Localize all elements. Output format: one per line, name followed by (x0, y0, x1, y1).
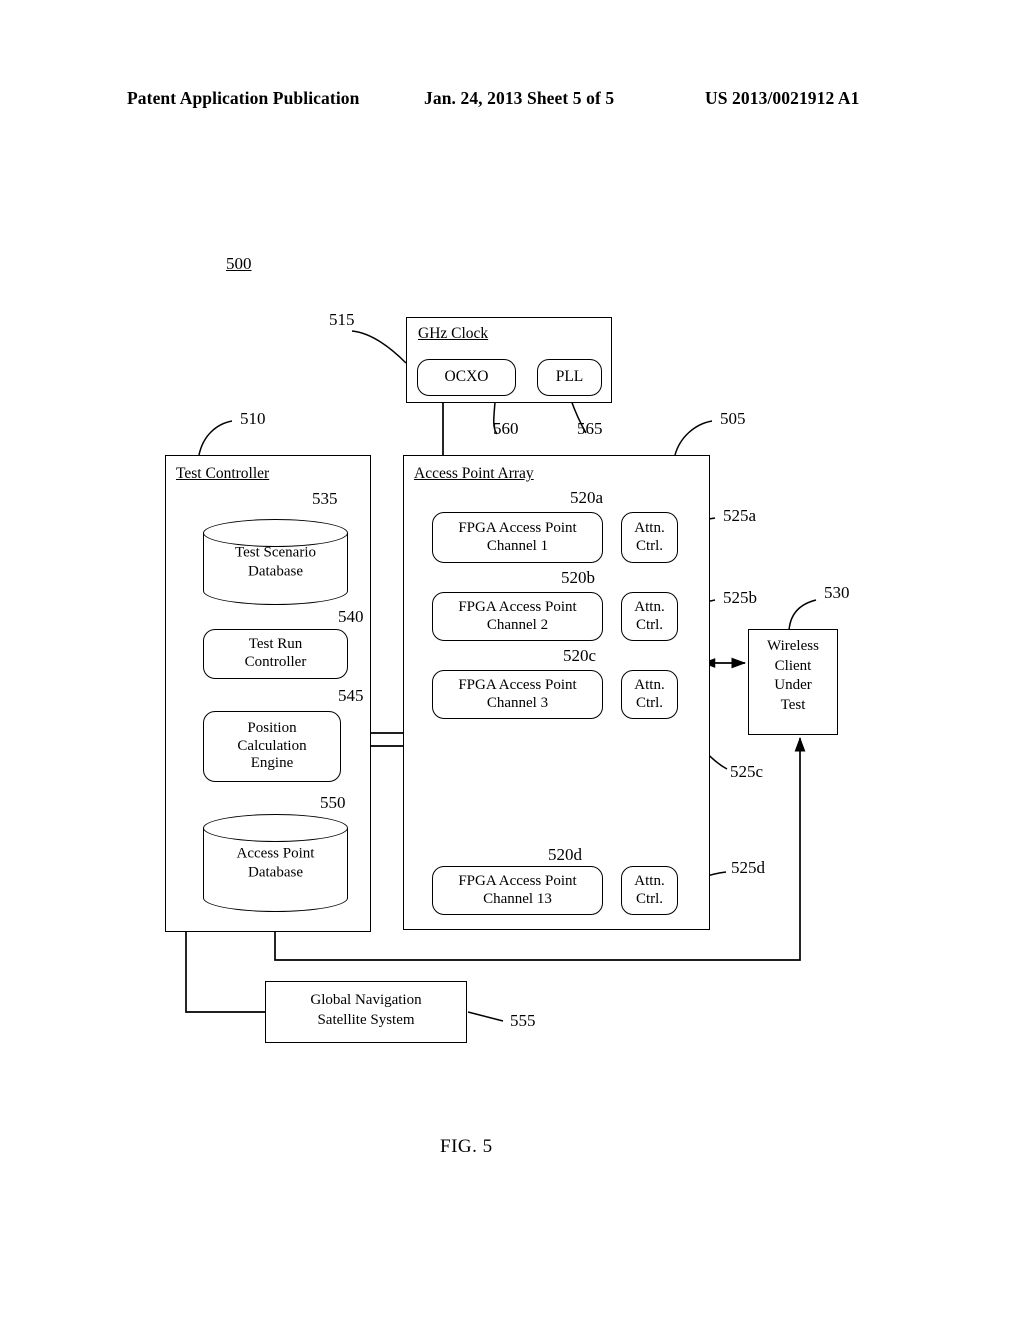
test-scenario-database-line2: Database (248, 563, 303, 579)
fpga-channel-3-line2: Channel 3 (486, 694, 549, 711)
attn-ctrl-13-line2: Ctrl. (635, 890, 664, 907)
test-run-controller: Test Run Controller (203, 629, 348, 679)
access-point-database-line1: Access Point (236, 845, 315, 862)
ghz-clock-title: GHz Clock (418, 325, 489, 342)
access-point-database: Access Point Database (203, 814, 348, 912)
ref-525b: 525b (723, 588, 757, 607)
wireless-client-line2: Client (774, 657, 812, 674)
ref-525d: 525d (731, 858, 765, 877)
ref-555: 555 (510, 1011, 536, 1030)
test-run-controller-line2: Controller (244, 654, 307, 670)
ref-530: 530 (824, 583, 850, 602)
ref-540: 540 (338, 607, 364, 626)
position-calculation-engine: Position Calculation Engine (203, 711, 341, 782)
attn-ctrl-3-line2: Ctrl. (635, 694, 664, 711)
gnss-line1: Global Navigation (310, 992, 422, 1008)
ref-535: 535 (312, 489, 338, 508)
attn-ctrl-1-line1: Attn. (634, 519, 665, 536)
attn-ctrl-13-line1: Attn. (634, 872, 665, 889)
wireless-client-line3: Under (774, 677, 812, 693)
position-calculation-engine-line3: Engine (250, 755, 294, 772)
ref-560: 560 (493, 419, 519, 438)
wireless-client-line1: Wireless (767, 638, 819, 654)
ref-520d: 520d (548, 845, 582, 864)
attn-ctrl-2-line2: Ctrl. (635, 616, 664, 633)
fpga-channel-1-line2: Channel 1 (486, 537, 549, 554)
ref-520c: 520c (563, 646, 597, 665)
fpga-channel-1-line1: FPGA Access Point (458, 519, 577, 536)
ref-510: 510 (240, 409, 266, 428)
wireless-client-label: Wireless Client Under Test (748, 637, 838, 715)
attn-ctrl-3: Attn. Ctrl. (621, 670, 678, 719)
test-scenario-database: Test Scenario Database (203, 519, 348, 605)
ref-525c: 525c (730, 762, 764, 781)
fpga-channel-2-line2: Channel 2 (486, 616, 549, 633)
fpga-channel-2-line1: FPGA Access Point (458, 598, 577, 615)
fpga-channel-13-line1: FPGA Access Point (458, 872, 577, 889)
fpga-access-point-channel-1: FPGA Access Point Channel 1 (432, 512, 603, 563)
attn-ctrl-2-line1: Attn. (634, 598, 665, 615)
pll-block: PLL (537, 359, 602, 396)
ref-505: 505 (720, 409, 746, 428)
wireless-client-line4: Test (780, 696, 806, 713)
ref-520a: 520a (570, 488, 604, 507)
ref-515: 515 (329, 310, 355, 329)
attn-ctrl-2: Attn. Ctrl. (621, 592, 678, 641)
gnss-line2: Satellite System (317, 1011, 415, 1028)
ref-545: 545 (338, 686, 364, 705)
test-run-controller-line1: Test Run (248, 636, 303, 653)
attn-ctrl-1: Attn. Ctrl. (621, 512, 678, 563)
attn-ctrl-13: Attn. Ctrl. (621, 866, 678, 915)
gnss-label: Global Navigation Satellite System (265, 991, 467, 1030)
ref-550: 550 (320, 793, 346, 812)
ref-525a: 525a (723, 506, 757, 525)
fpga-access-point-channel-3: FPGA Access Point Channel 3 (432, 670, 603, 719)
fpga-access-point-channel-2: FPGA Access Point Channel 2 (432, 592, 603, 641)
fpga-access-point-channel-13: FPGA Access Point Channel 13 (432, 866, 603, 915)
position-calculation-engine-line1: Position (247, 719, 297, 736)
ref-520b: 520b (561, 568, 595, 587)
attn-ctrl-3-line1: Attn. (634, 676, 665, 693)
figure-caption: FIG. 5 (440, 1136, 493, 1157)
test-scenario-database-line1: Test Scenario (234, 544, 316, 561)
system-ref-500: 500 (226, 254, 252, 273)
fpga-channel-3-line1: FPGA Access Point (458, 676, 577, 693)
position-calculation-engine-line2: Calculation (237, 737, 307, 754)
patent-figure-page: Patent Application Publication Jan. 24, … (0, 0, 1024, 1320)
access-point-database-line2: Database (248, 864, 303, 880)
attn-ctrl-1-line2: Ctrl. (635, 537, 664, 554)
ocxo-block: OCXO (417, 359, 516, 396)
fpga-channel-13-line2: Channel 13 (483, 890, 552, 907)
ref-565: 565 (577, 419, 603, 438)
access-point-array-title: Access Point Array (414, 465, 534, 482)
test-controller-title: Test Controller (176, 465, 270, 482)
